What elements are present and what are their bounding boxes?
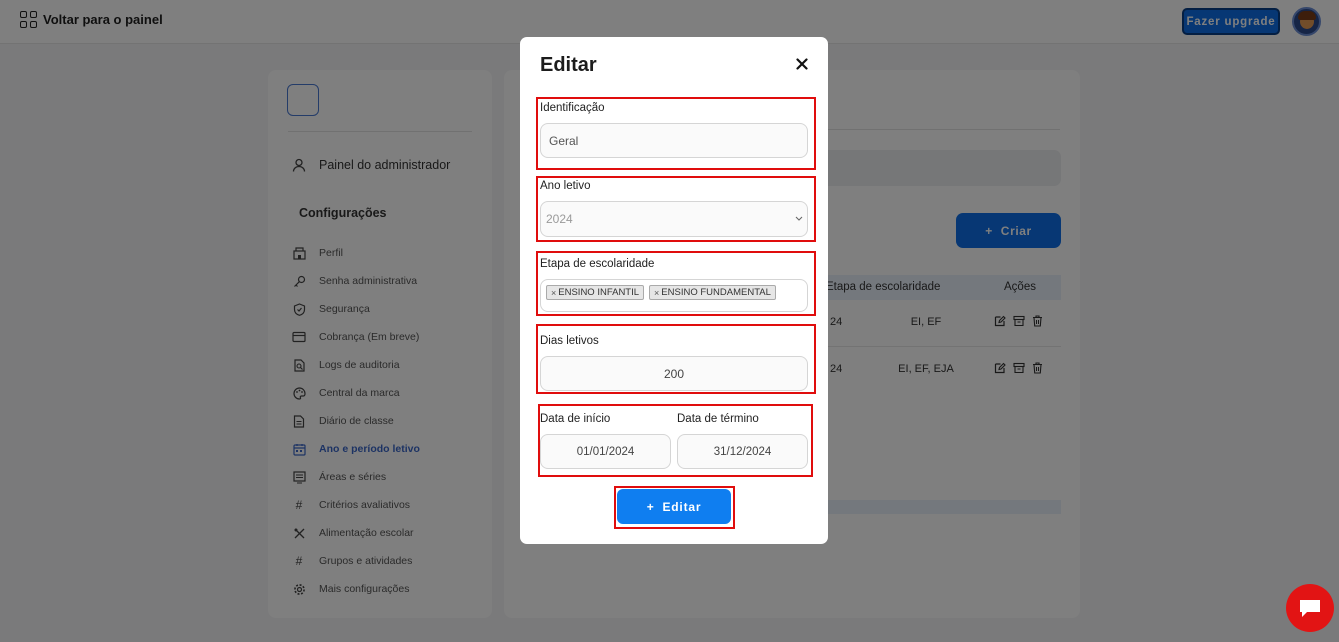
chat-icon: [1300, 600, 1320, 617]
data-termino-value: 31/12/2024: [713, 445, 772, 458]
submit-edit-button[interactable]: + Editar: [617, 489, 731, 524]
edit-modal: Editar Identificação Geral Ano letivo 20…: [520, 37, 828, 544]
etapa-label: Etapa de escolaridade: [540, 258, 655, 270]
data-inicio-input[interactable]: 01/01/2024: [540, 434, 671, 469]
chip-ensino-infantil[interactable]: × ENSINO INFANTIL: [546, 285, 645, 300]
identificacao-value: Geral: [549, 133, 579, 148]
data-termino-label: Data de término: [677, 413, 759, 425]
chevron-down-icon: [795, 216, 803, 221]
modal-title: Editar: [540, 54, 597, 76]
chip-ensino-fundamental[interactable]: × ENSINO FUNDAMENTAL: [649, 285, 776, 300]
etapa-multiselect[interactable]: × ENSINO INFANTIL × ENSINO FUNDAMENTAL: [540, 279, 808, 312]
data-inicio-value: 01/01/2024: [576, 445, 635, 458]
remove-chip-icon[interactable]: ×: [551, 288, 556, 298]
ano-letivo-label: Ano letivo: [540, 180, 591, 192]
remove-chip-icon[interactable]: ×: [654, 288, 659, 298]
plus-icon: +: [646, 499, 655, 514]
chat-button[interactable]: [1286, 584, 1334, 632]
chip-label: ENSINO FUNDAMENTAL: [661, 287, 771, 298]
chip-label: ENSINO INFANTIL: [558, 287, 640, 298]
identificacao-input[interactable]: Geral: [540, 123, 808, 158]
ano-letivo-select[interactable]: 2024: [540, 201, 808, 237]
dias-letivos-input[interactable]: 200: [540, 356, 808, 391]
data-inicio-label: Data de início: [540, 413, 611, 425]
submit-label: Editar: [662, 499, 702, 514]
close-icon[interactable]: [792, 54, 812, 74]
identificacao-label: Identificação: [540, 102, 605, 114]
ano-letivo-value: 2024: [546, 212, 573, 226]
data-termino-input[interactable]: 31/12/2024: [677, 434, 808, 469]
dias-letivos-value: 200: [663, 366, 685, 381]
dias-letivos-label: Dias letivos: [540, 335, 599, 347]
